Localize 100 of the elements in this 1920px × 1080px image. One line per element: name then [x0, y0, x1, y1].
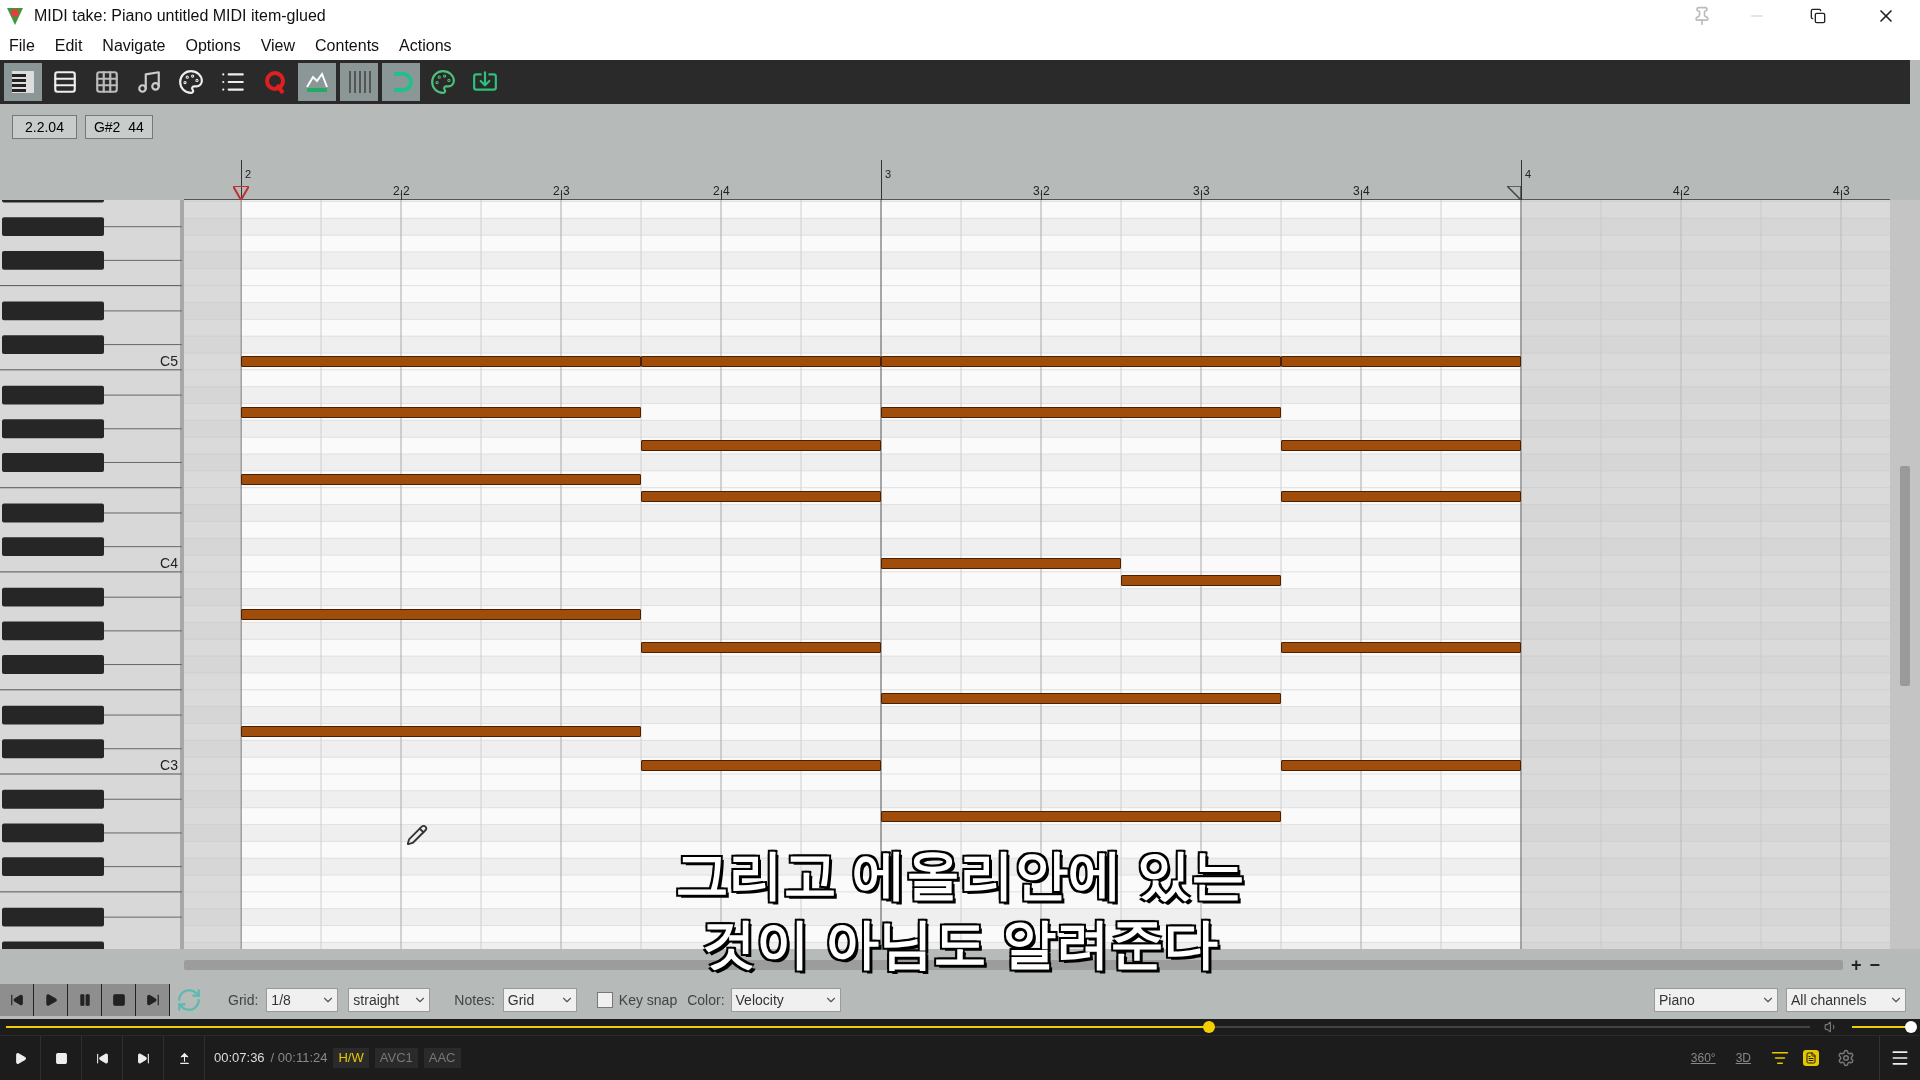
view-mode-button[interactable]: 360°: [1690, 1049, 1716, 1067]
sharp-key[interactable]: [2, 705, 104, 725]
end-marker-icon[interactable]: [1507, 186, 1521, 200]
midi-note[interactable]: [881, 406, 1281, 418]
midi-note[interactable]: [241, 726, 641, 738]
restore-icon[interactable]: [1810, 8, 1826, 24]
subtitle-line: 그리고 에올리안에 있는: [675, 845, 1245, 905]
grid-size-dropdown[interactable]: 1/8: [266, 988, 339, 1012]
menu-item[interactable]: Options: [185, 34, 241, 58]
midi-note[interactable]: [1281, 440, 1521, 452]
current-time: 00:07:36: [214, 1049, 265, 1068]
color-dropdown[interactable]: Velocity: [730, 988, 841, 1012]
transport-button[interactable]: [0, 984, 34, 1016]
sharp-key[interactable]: [2, 301, 104, 321]
ruler-label: 3: [885, 167, 892, 182]
grid-label: Grid:: [228, 990, 259, 1010]
subtitles-button[interactable]: [1803, 1050, 1819, 1066]
codec-badge: AVC1: [374, 1048, 418, 1068]
ruler-label: 2.4: [713, 183, 730, 200]
menu-item[interactable]: Navigate: [102, 34, 166, 58]
pencil-cursor-icon: [406, 824, 428, 846]
settings-icon[interactable]: [1837, 1049, 1855, 1067]
instrument-dropdown[interactable]: Piano: [1654, 988, 1778, 1012]
midi-note[interactable]: [1281, 642, 1521, 654]
midi-note[interactable]: [641, 760, 881, 772]
ruler-label: 2.2: [393, 183, 410, 200]
sharp-key[interactable]: [2, 789, 104, 809]
sharp-key[interactable]: [2, 537, 104, 557]
toolbar-button[interactable]: [4, 63, 42, 101]
menu-icon[interactable]: [1890, 1048, 1910, 1068]
midi-note[interactable]: [641, 490, 881, 502]
codec-badge: H/W: [333, 1048, 369, 1068]
vertical-scrollbar[interactable]: [1890, 200, 1920, 949]
midi-note[interactable]: [241, 473, 641, 485]
play-icon: [13, 1051, 27, 1065]
piano-keyboard[interactable]: C5 C4 C3: [0, 200, 184, 949]
menu-item[interactable]: File: [9, 34, 35, 58]
sharp-key[interactable]: [2, 621, 104, 641]
rows-icon: [52, 69, 78, 95]
sharp-key[interactable]: [2, 739, 104, 759]
sharp-key[interactable]: [2, 907, 104, 927]
pause-icon: [77, 993, 92, 1007]
grid-icon: [94, 69, 120, 95]
midi-note[interactable]: [641, 440, 881, 452]
key-snap-label: Key snap: [618, 990, 678, 1010]
key-label: C5: [160, 354, 178, 368]
midi-note[interactable]: [241, 406, 641, 418]
transport-button[interactable]: [34, 984, 68, 1016]
menu-item[interactable]: Actions: [399, 34, 452, 58]
sharp-key[interactable]: [2, 857, 104, 877]
play-icon: [43, 993, 58, 1007]
ruler-label: 4.2: [1673, 183, 1690, 200]
channel-dropdown[interactable]: All channels: [1786, 988, 1906, 1012]
midi-note[interactable]: [881, 810, 1281, 822]
key-label: C4: [160, 556, 178, 571]
seek-bar[interactable]: [6, 1021, 1810, 1033]
midi-note[interactable]: [241, 608, 641, 620]
start-marker-icon[interactable]: [233, 186, 249, 200]
volume-slider[interactable]: [1852, 1021, 1914, 1033]
midi-note[interactable]: [1281, 490, 1521, 502]
skip-back-icon: [9, 993, 24, 1007]
sharp-key[interactable]: [2, 217, 104, 237]
palette-icon: [430, 69, 456, 95]
note-display: G#2 44: [84, 115, 153, 139]
zoom-button[interactable]: +: [1850, 956, 1862, 974]
window-title: MIDI take: Piano untitled MIDI item-glued: [34, 6, 326, 26]
midi-note[interactable]: [641, 642, 881, 654]
menu-item[interactable]: Edit: [54, 34, 83, 58]
total-time: / 00:11:24: [270, 1049, 328, 1068]
transport-button[interactable]: [136, 984, 170, 1016]
menu-item[interactable]: Contents: [315, 34, 380, 58]
swing-dropdown[interactable]: straight: [348, 988, 431, 1012]
key-snap-checkbox[interactable]: [596, 992, 613, 1008]
sharp-key[interactable]: [2, 823, 104, 843]
midi-note[interactable]: [881, 692, 1281, 704]
sharp-key[interactable]: [2, 385, 104, 405]
note-length-dropdown[interactable]: Grid: [502, 988, 577, 1012]
ruler-label: 4.3: [1833, 183, 1850, 200]
sharp-key[interactable]: [2, 419, 104, 439]
key-label: C3: [160, 758, 178, 773]
midi-note[interactable]: [1121, 574, 1281, 586]
midi-note[interactable]: [1281, 760, 1521, 772]
ruler-label: 2.3: [553, 183, 570, 200]
ruler-label: 3.4: [1353, 183, 1370, 200]
ruler-label: 3.3: [1193, 183, 1210, 200]
midi-note[interactable]: [881, 558, 1121, 570]
sharp-key[interactable]: [2, 587, 104, 607]
menu-item[interactable]: View: [260, 34, 296, 58]
transport-button[interactable]: [102, 984, 136, 1016]
quantize-icon: [262, 69, 288, 95]
ruler-label: 4: [1525, 167, 1532, 182]
notes-label: Notes:: [454, 990, 495, 1010]
color-label: Color:: [687, 990, 725, 1010]
view-mode-button[interactable]: 3D: [1735, 1049, 1751, 1067]
ruler-label: 2: [245, 167, 252, 182]
zoom-button[interactable]: −: [1869, 956, 1880, 974]
sharp-key[interactable]: [2, 250, 104, 270]
skip-forward-icon: [136, 1051, 150, 1065]
vertical-lines-icon: [346, 69, 372, 95]
transport-button[interactable]: [68, 984, 102, 1016]
